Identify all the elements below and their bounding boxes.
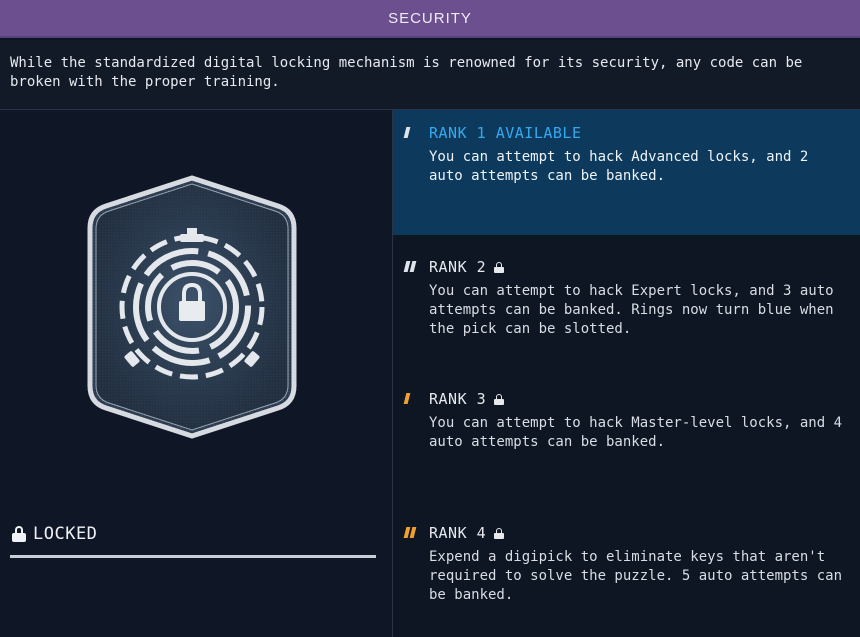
rank-description: You can attempt to hack Master-level loc… <box>429 415 843 450</box>
rank-description: Expend a digipick to eliminate keys that… <box>429 549 843 603</box>
lock-icon <box>494 393 505 405</box>
rank-4-item[interactable]: RANK 4 Expend a digipick to eliminate ke… <box>393 510 860 637</box>
rank-title: RANK 3 <box>429 390 487 408</box>
rank-title: RANK 2 <box>429 258 487 276</box>
rank-3-item[interactable]: RANK 3 You can attempt to hack Master-le… <box>393 376 860 506</box>
rank-progress-bar <box>10 555 376 558</box>
rank-marker-icon <box>403 527 417 538</box>
security-lock-badge-icon <box>87 175 297 439</box>
skill-description-panel: While the standardized digital locking m… <box>0 40 860 110</box>
rank-marker-icon <box>403 261 417 272</box>
lock-icon <box>494 261 505 273</box>
lock-icon <box>494 527 505 539</box>
rank-description: You can attempt to hack Advanced locks, … <box>429 149 809 184</box>
status-locked: LOCKED <box>12 524 97 544</box>
skill-description: While the standardized digital locking m… <box>10 55 803 90</box>
rank-marker-icon <box>403 393 411 404</box>
status-label: LOCKED <box>33 524 98 544</box>
rank-title: RANK 4 <box>429 524 487 542</box>
rank-2-item[interactable]: RANK 2 You can attempt to hack Expert lo… <box>393 244 860 374</box>
title-bar: SECURITY <box>0 0 860 38</box>
rank-title: RANK 1 AVAILABLE <box>429 124 582 142</box>
page-title: SECURITY <box>388 9 472 27</box>
rank-description: You can attempt to hack Expert locks, an… <box>429 283 834 337</box>
rank-marker-icon <box>403 127 411 138</box>
rank-1-item[interactable]: RANK 1 AVAILABLE You can attempt to hack… <box>393 110 860 235</box>
lock-icon <box>12 526 26 542</box>
